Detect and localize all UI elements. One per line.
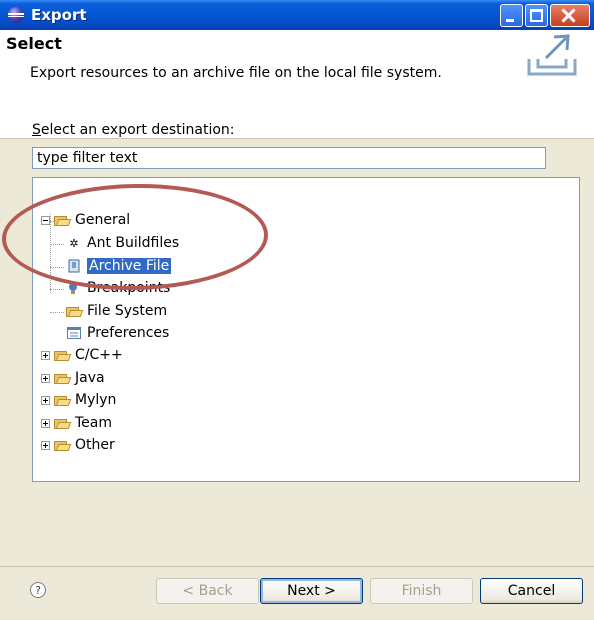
folder-icon <box>54 440 72 451</box>
tree-node-label: Preferences <box>87 325 170 341</box>
expand-icon[interactable] <box>41 373 50 383</box>
window-title: Export <box>31 6 87 24</box>
tree-connector <box>50 289 64 290</box>
finish-button[interactable]: Finish <box>370 578 473 604</box>
help-icon[interactable]: ? <box>30 582 46 598</box>
folder-icon <box>54 373 72 384</box>
tree-connector <box>50 312 64 313</box>
tree-node-label: Other <box>75 437 115 453</box>
eclipse-icon <box>8 7 24 23</box>
expand-icon[interactable] <box>41 418 50 428</box>
tree-node-preferences[interactable]: Preferences <box>66 323 169 343</box>
back-button-label: < Back <box>182 583 233 599</box>
export-dialog: Export Select Export resources to an arc… <box>0 0 594 620</box>
back-button[interactable]: < Back <box>156 578 259 604</box>
cancel-button-label: Cancel <box>507 583 556 599</box>
tree-node-label: Team <box>75 415 113 431</box>
expand-icon[interactable] <box>41 350 50 360</box>
folder-icon <box>54 350 72 361</box>
tree-node-cpp[interactable]: C/C++ <box>41 345 123 365</box>
tree-node-other[interactable]: Other <box>41 435 115 455</box>
page-title: Select <box>6 34 62 53</box>
cancel-button[interactable]: Cancel <box>480 578 583 604</box>
page-description: Export resources to an archive file on t… <box>30 65 442 81</box>
export-wizard-icon <box>527 34 577 76</box>
close-button[interactable] <box>550 4 590 27</box>
folder-icon <box>54 418 72 429</box>
tree-node-label: C/C++ <box>75 347 123 363</box>
tree-node-label: Mylyn <box>75 392 117 408</box>
tree-node-label: File System <box>87 303 168 319</box>
expand-icon[interactable] <box>41 395 50 405</box>
next-button[interactable]: Next > <box>260 578 363 604</box>
filter-input[interactable] <box>32 147 546 169</box>
tree-node-file-system[interactable]: File System <box>66 301 167 321</box>
folder-icon <box>66 306 84 317</box>
preferences-icon <box>66 325 82 341</box>
finish-button-label: Finish <box>401 583 442 599</box>
tree-node-java[interactable]: Java <box>41 368 105 388</box>
expand-icon[interactable] <box>41 440 50 450</box>
maximize-button[interactable] <box>525 4 548 27</box>
minimize-button[interactable] <box>500 4 523 27</box>
folder-icon <box>54 395 72 406</box>
tree-node-mylyn[interactable]: Mylyn <box>41 390 116 410</box>
tree-node-label: Java <box>75 370 105 386</box>
destination-label: Select an export destination: <box>32 122 235 138</box>
tree-node-team[interactable]: Team <box>41 413 112 433</box>
next-button-label: Next > <box>287 583 336 599</box>
footer-divider <box>0 566 594 567</box>
title-bar[interactable]: Export <box>0 0 594 30</box>
